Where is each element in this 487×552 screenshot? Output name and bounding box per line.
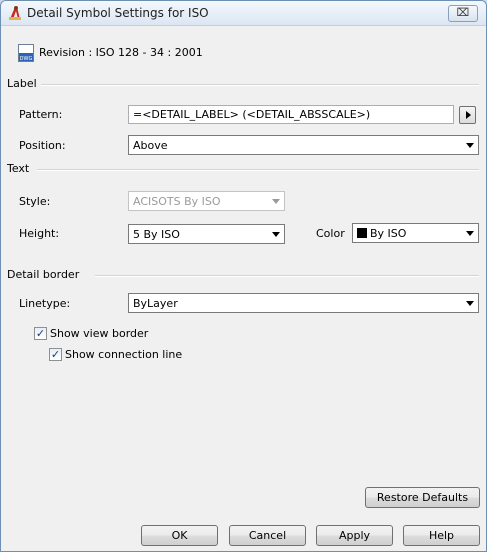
help-button[interactable]: Help bbox=[403, 525, 480, 546]
title-bar[interactable]: Detail Symbol Settings for ISO ⌧ bbox=[1, 1, 486, 26]
dialog-content: DWG Revision : ISO 128 - 34 : 2001 Label… bbox=[1, 26, 486, 551]
label-group-title: Label bbox=[7, 77, 37, 90]
chevron-down-icon bbox=[466, 143, 474, 148]
height-label: Height: bbox=[19, 227, 60, 240]
border-group-divider bbox=[95, 275, 479, 277]
color-label: Color bbox=[316, 227, 345, 240]
linetype-select-value: ByLayer bbox=[133, 297, 178, 310]
cancel-button[interactable]: Cancel bbox=[229, 525, 306, 546]
pattern-input[interactable]: =<DETAIL_LABEL> (<DETAIL_ABSSCALE>) bbox=[128, 105, 454, 124]
dialog-window: Detail Symbol Settings for ISO ⌧ DWG Rev… bbox=[0, 0, 487, 552]
chevron-down-icon bbox=[466, 231, 474, 236]
show-connection-line-checkbox[interactable]: ✓ bbox=[49, 348, 62, 361]
position-label: Position: bbox=[19, 139, 66, 152]
apply-button[interactable]: Apply bbox=[316, 525, 393, 546]
checkmark-icon: ✓ bbox=[35, 327, 46, 340]
border-group-title: Detail border bbox=[7, 268, 80, 281]
restore-defaults-button[interactable]: Restore Defaults bbox=[365, 487, 480, 508]
position-select[interactable]: Above bbox=[128, 135, 479, 155]
style-select-value: ACISOTS By ISO bbox=[133, 195, 221, 208]
checkmark-icon: ✓ bbox=[50, 348, 61, 361]
close-icon: ⌧ bbox=[456, 6, 470, 19]
close-button[interactable]: ⌧ bbox=[448, 5, 478, 22]
chevron-down-icon bbox=[272, 199, 280, 204]
text-group-divider bbox=[37, 169, 479, 171]
height-select[interactable]: 5 By ISO bbox=[128, 224, 285, 244]
show-view-border-checkbox[interactable]: ✓ bbox=[34, 327, 47, 340]
chevron-down-icon bbox=[272, 232, 280, 237]
pattern-label: Pattern: bbox=[19, 108, 63, 121]
arrow-right-icon bbox=[466, 111, 471, 119]
linetype-select[interactable]: ByLayer bbox=[128, 293, 479, 313]
pattern-insert-button[interactable] bbox=[459, 106, 476, 124]
linetype-label: Linetype: bbox=[19, 297, 71, 310]
chevron-down-icon bbox=[466, 301, 474, 306]
pattern-input-value: =<DETAIL_LABEL> (<DETAIL_ABSSCALE>) bbox=[133, 108, 371, 121]
height-select-value: 5 By ISO bbox=[133, 228, 180, 241]
label-group-divider bbox=[41, 84, 479, 86]
show-view-border-label[interactable]: Show view border bbox=[50, 327, 148, 340]
color-swatch bbox=[357, 228, 367, 238]
ok-button[interactable]: OK bbox=[141, 525, 218, 546]
window-title: Detail Symbol Settings for ISO bbox=[27, 6, 209, 20]
dwg-file-icon: DWG bbox=[18, 44, 34, 62]
color-select[interactable]: By ISO bbox=[352, 223, 479, 243]
show-connection-line-label[interactable]: Show connection line bbox=[65, 348, 182, 361]
autocad-drafting-icon bbox=[9, 6, 21, 20]
dwg-icon-text: DWG bbox=[20, 56, 33, 62]
position-select-value: Above bbox=[133, 139, 168, 152]
color-select-value: By ISO bbox=[370, 227, 407, 240]
text-group-title: Text bbox=[7, 162, 30, 175]
style-label: Style: bbox=[19, 195, 51, 208]
revision-text: Revision : ISO 128 - 34 : 2001 bbox=[39, 46, 203, 59]
style-select[interactable]: ACISOTS By ISO bbox=[128, 191, 285, 211]
